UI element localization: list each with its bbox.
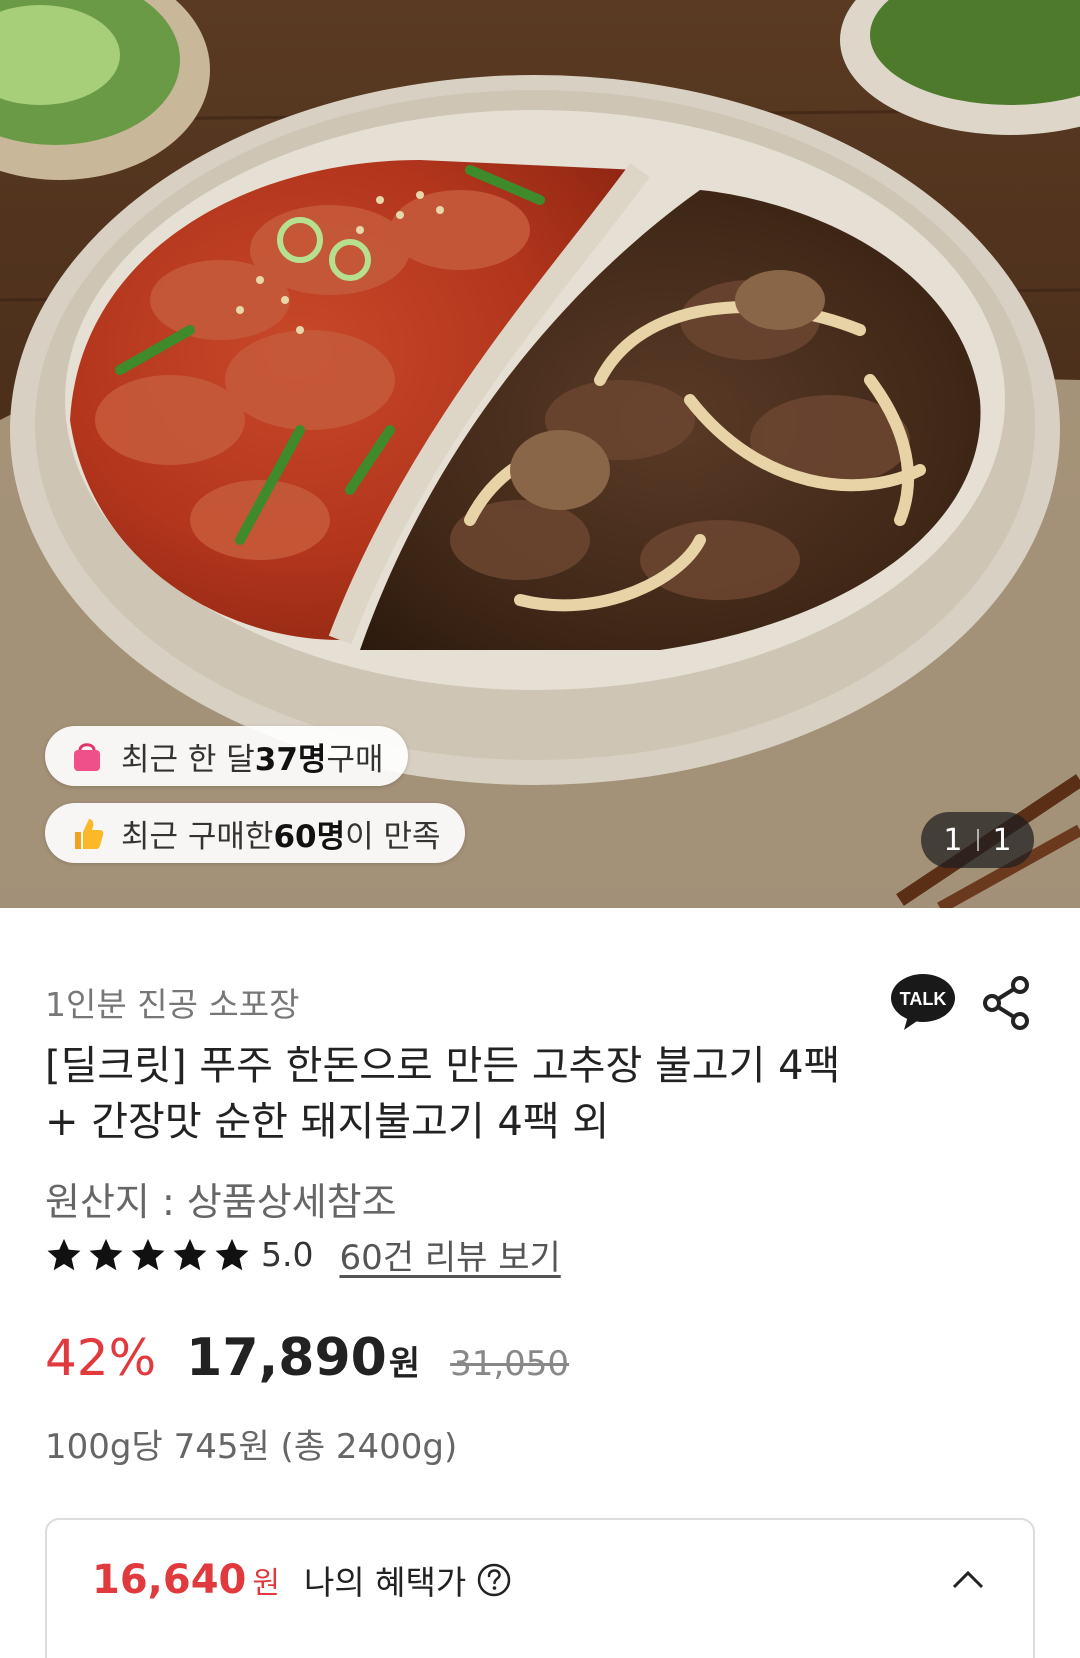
recent-purchase-badge: 최근 한 달 37명 구매 <box>45 726 408 786</box>
thumbs-up-icon <box>67 813 107 853</box>
benefit-price-currency: 원 <box>252 1566 280 1601</box>
share-button[interactable] <box>982 976 1030 1034</box>
talk-label: TALK <box>900 989 947 1009</box>
satisfaction-prefix: 최근 구매한 <box>121 818 274 855</box>
star-icon <box>131 1238 165 1270</box>
star-icon <box>173 1238 207 1270</box>
star-icon <box>89 1238 123 1270</box>
help-icon[interactable] <box>476 1562 512 1598</box>
unit-price: 100g당 745원 (총 2400g) <box>45 1427 458 1467</box>
benefit-price: 16,640 <box>92 1557 247 1603</box>
image-counter-divider <box>976 829 979 851</box>
rating-stars <box>45 1236 255 1274</box>
rating-score: 5.0 <box>261 1235 314 1274</box>
satisfaction-count: 60명 <box>273 818 346 855</box>
sale-price: 17,890 <box>186 1328 387 1388</box>
product-image[interactable]: 최근 한 달 37명 구매 최근 구매한 60명 이 만족 1 1 <box>0 0 1080 908</box>
talk-icon: TALK <box>891 974 955 1030</box>
shopping-bag-icon <box>67 736 107 776</box>
recent-purchase-prefix: 최근 한 달 <box>121 741 255 778</box>
sale-price-currency: 원 <box>388 1344 421 1384</box>
benefit-price-panel[interactable]: 16,640 원 나의 혜택가 <box>45 1518 1035 1658</box>
discount-rate: 42% <box>45 1329 157 1387</box>
benefit-price-row: 16,640 원 나의 혜택가 <box>92 1556 512 1604</box>
recent-purchase-suffix: 구매 <box>326 741 384 778</box>
talk-button[interactable]: TALK <box>890 974 956 1036</box>
satisfaction-badge: 최근 구매한 60명 이 만족 <box>45 803 465 863</box>
benefit-price-label: 나의 혜택가 <box>303 1563 467 1602</box>
image-counter-current: 1 <box>943 822 963 858</box>
satisfaction-suffix: 이 만족 <box>345 818 441 855</box>
product-title: [딜크릿] 푸주 한돈으로 만든 고추장 불고기 4팩 + 간장맛 순한 돼지불… <box>45 1043 841 1145</box>
rating-row: 5.0 60건 리뷰 보기 <box>45 1230 561 1279</box>
star-icon <box>215 1238 249 1270</box>
image-counter-total: 1 <box>992 822 1012 858</box>
product-origin: 원산지 : 상품상세참조 <box>45 1180 397 1224</box>
original-price: 31,050 <box>450 1344 570 1384</box>
review-link[interactable]: 60건 리뷰 보기 <box>339 1230 560 1279</box>
chevron-up-icon[interactable] <box>951 1568 985 1590</box>
image-counter: 1 1 <box>921 812 1034 868</box>
product-subtitle: 1인분 진공 소포장 <box>45 985 300 1024</box>
price-row: 42% 17,890 원 31,050 <box>45 1328 569 1388</box>
recent-purchase-count: 37명 <box>254 741 327 778</box>
star-icon <box>47 1238 81 1270</box>
share-icon <box>983 976 1029 1030</box>
